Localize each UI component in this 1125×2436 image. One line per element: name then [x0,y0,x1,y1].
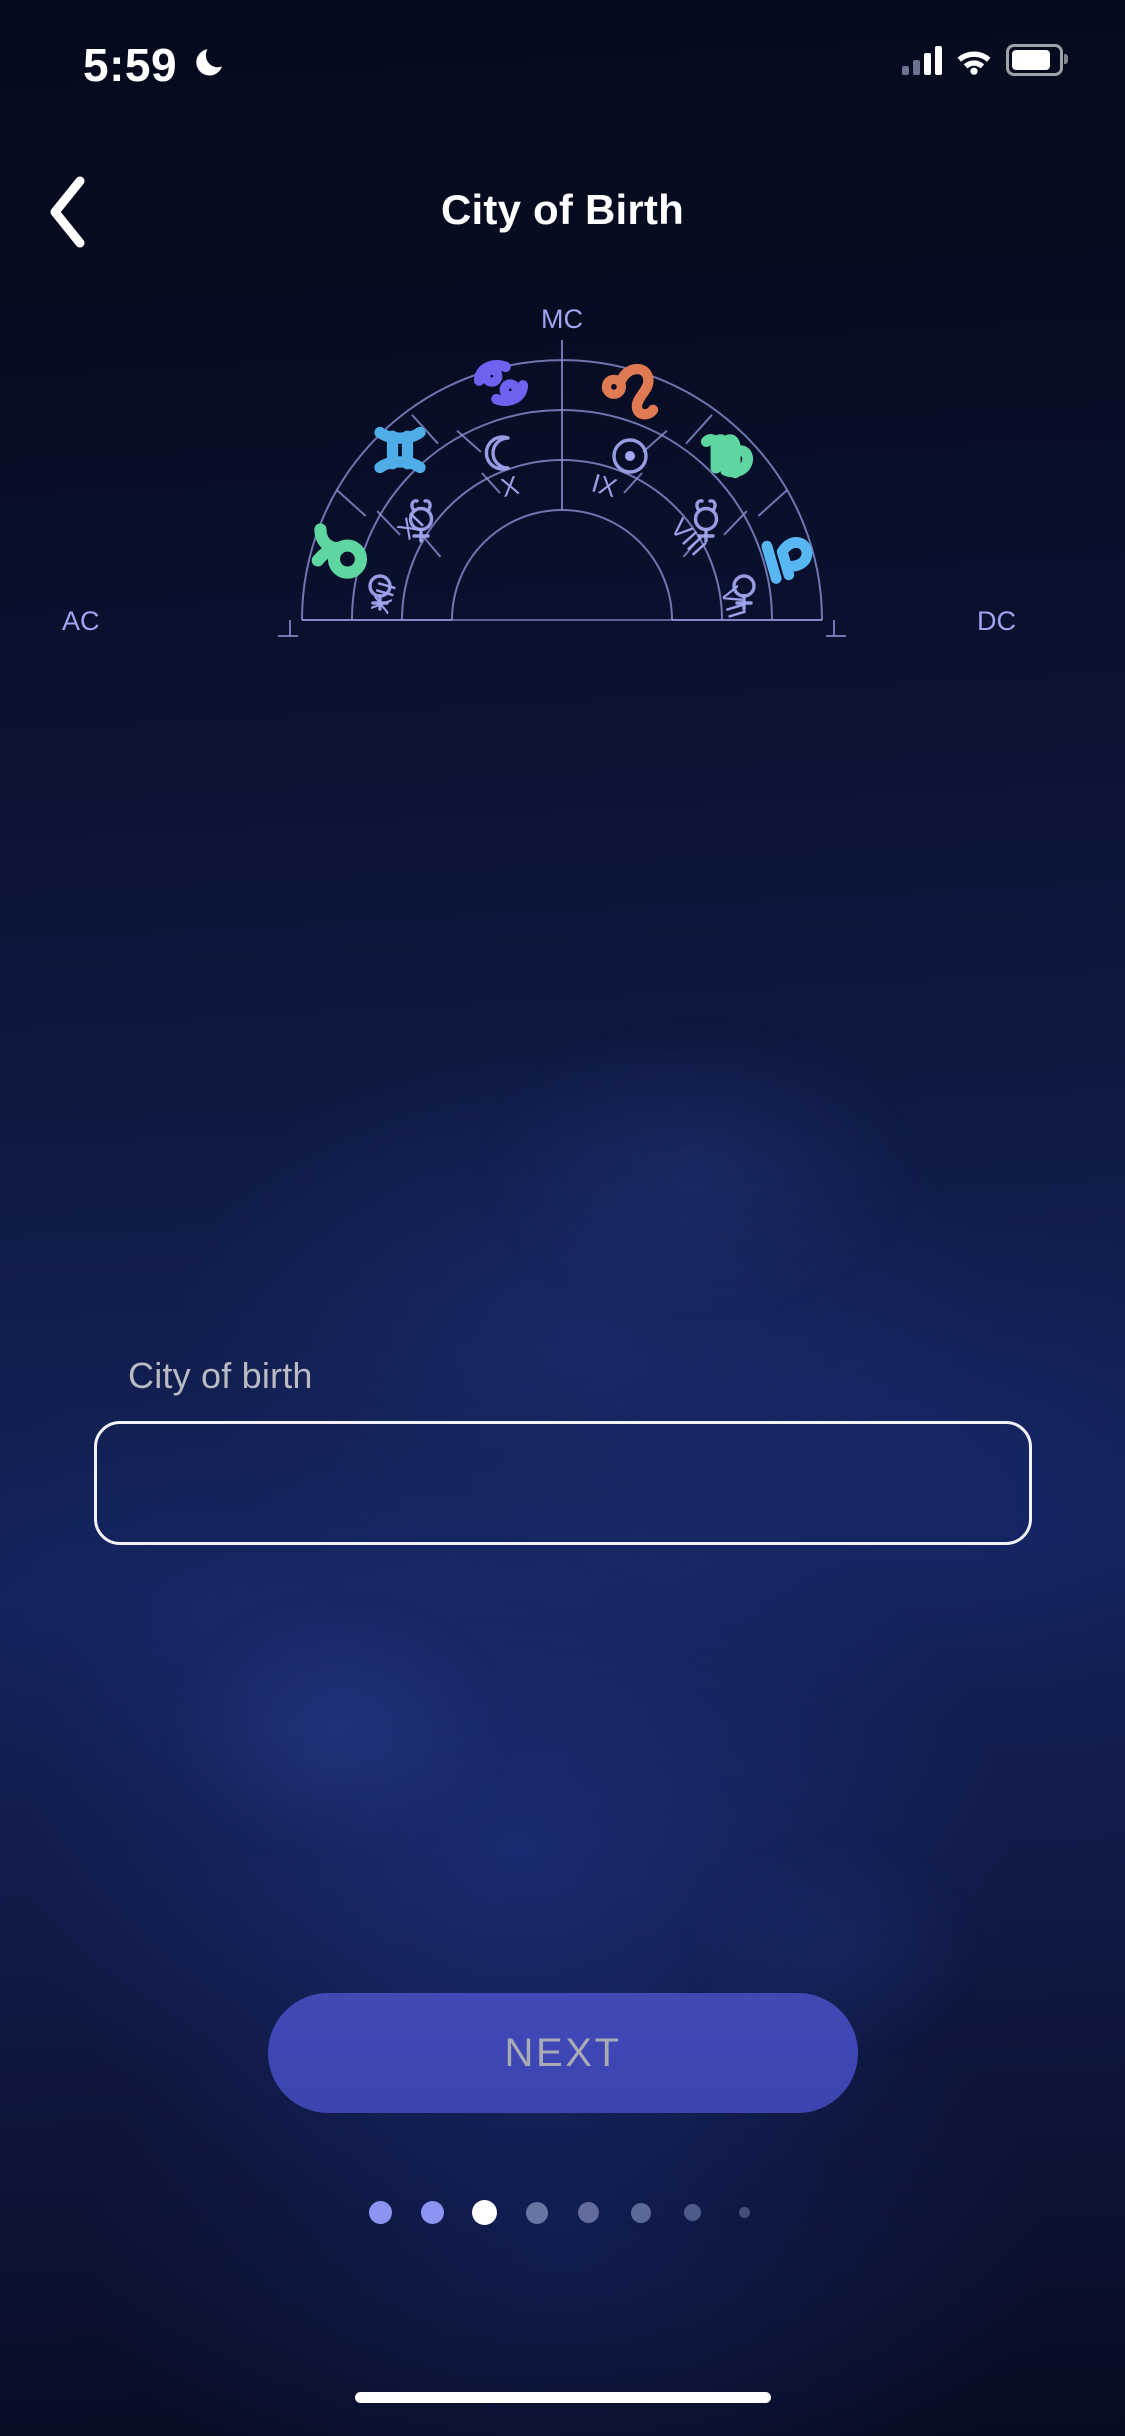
zodiac-glyph-cancer [473,360,529,406]
zodiac-glyph-taurus [311,523,368,579]
home-indicator [354,2392,771,2403]
natal-chart: .ln{fill:none;stroke:#8C93D6;stroke-widt… [0,300,1125,700]
pagination-dot-6[interactable] [630,2202,651,2223]
status-bar-time: 5:59 [83,39,178,91]
next-button[interactable]: NEXT [268,1993,858,2113]
city-of-birth-input[interactable] [96,1424,1029,1542]
pagination-dot-4[interactable] [525,2201,548,2224]
wifi-icon [957,51,991,75]
city-of-birth-field[interactable] [93,1421,1032,1545]
planet-glyph-sun [612,438,648,474]
house-numeral-x: X [498,470,522,503]
battery-icon [1006,44,1068,76]
pagination-dot-5[interactable] [578,2202,599,2223]
pagination-dot-2[interactable] [421,2201,444,2224]
chart-label-dc: DC [977,606,1016,636]
zodiac-glyph-libra [761,537,813,584]
pagination-dot-8[interactable] [739,2207,750,2218]
next-button-label: NEXT [504,2030,622,2075]
zodiac-glyph-leo [601,363,659,420]
cellular-signal-icon [902,45,942,75]
planet-glyph-moon [484,435,510,471]
pagination-dot-7[interactable] [684,2204,701,2221]
status-bar-indicators [902,44,1068,76]
pagination-dot-3[interactable] [472,2200,497,2225]
pagination-dot-1[interactable] [369,2201,392,2224]
city-of-birth-label: City of birth [128,1355,313,1396]
chart-label-mc: MC [541,304,583,334]
zodiac-glyph-gemini [374,426,426,474]
crescent-moon-icon [196,49,222,76]
natal-chart-svg: .ln{fill:none;stroke:#8C93D6;stroke-widt… [62,304,1016,637]
chart-label-ac: AC [62,606,100,636]
zodiac-glyph-virgo [700,434,754,479]
house-numeral-vii: VII [715,583,753,622]
city-of-birth-form: City of birth [0,1355,1125,1545]
page-title: City of Birth [441,186,684,233]
status-bar: 5:59 [0,0,1125,132]
pagination-dots[interactable] [0,2200,1125,2225]
house-numeral-ix: IX [589,468,621,504]
house-numeral-viii: VIII [664,512,712,561]
app-header: City of Birth [0,160,1125,270]
